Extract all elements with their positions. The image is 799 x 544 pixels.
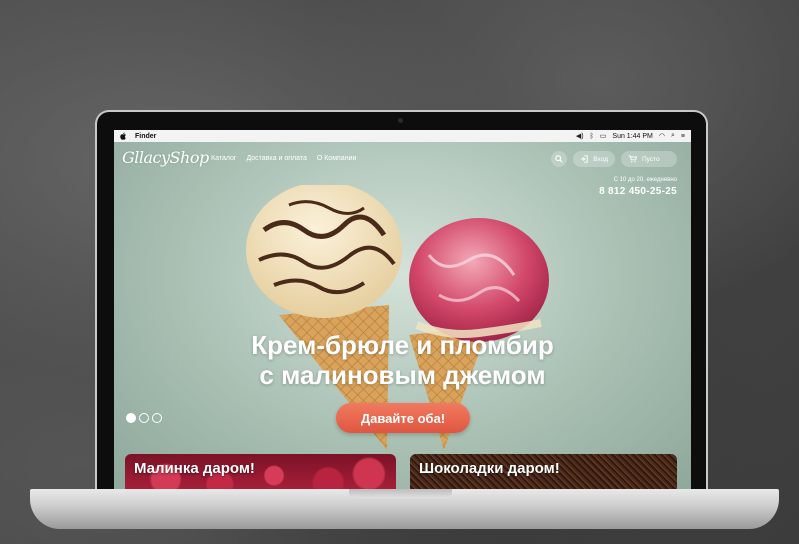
working-hours: С 10 до 20, ежедневно [613,177,677,183]
nav-delivery[interactable]: Доставка и оплата [246,155,306,162]
search-button[interactable] [551,151,568,167]
search-icon[interactable]: ⌕ [671,132,675,140]
hero-title-line1: Крем-брюле и пломбир [251,330,554,360]
menubar-status: ◀) ᛒ ▭ Sun 1:44 PM ◠ ⌕ ≡ [576,132,685,140]
list-icon[interactable]: ≡ [681,133,685,140]
menubar-clock[interactable]: Sun 1:44 PM [612,133,652,140]
wifi-icon[interactable]: ◠ [659,132,665,140]
main-nav: Каталог Доставка и оплата О Компании [211,155,356,162]
cta-button[interactable]: Давайте оба! [336,403,470,433]
promo-raspberry-label: Малинка даром! [134,460,255,477]
header-actions: Вход Пусто [551,151,677,167]
battery-icon[interactable]: ▭ [600,132,607,140]
cart-label: Пусто [642,155,660,163]
slider-dot-3[interactable] [152,413,162,423]
app-name[interactable]: Finder [135,133,156,140]
phone-number[interactable]: 8 812 450-25-25 [599,186,677,197]
hero-title-line2: с малиновым джемом [259,360,546,390]
hero-title: Крем-брюле и пломбир с малиновым джемом [114,330,691,390]
cart-button[interactable]: Пусто [621,151,677,167]
promo-chocolate-label: Шоколадки даром! [419,460,560,477]
nav-catalog[interactable]: Каталог [211,155,236,162]
site-logo[interactable]: GllacyShop [122,148,209,167]
promo-chocolate[interactable]: Шоколадки даром! [410,454,677,490]
nav-about[interactable]: О Компании [317,155,357,162]
camera [398,118,403,123]
slider-dots [126,413,162,423]
apple-icon[interactable] [120,132,127,140]
slider-dot-1[interactable] [126,413,136,423]
promo-raspberry[interactable]: Малинка даром! [125,454,396,490]
login-label: Вход [593,155,608,163]
screen: Finder ◀) ᛒ ▭ Sun 1:44 PM ◠ ⌕ ≡ GllacySh… [114,130,691,490]
login-button[interactable]: Вход [573,151,615,167]
magnifier-icon [555,155,563,163]
menubar: Finder ◀) ᛒ ▭ Sun 1:44 PM ◠ ⌕ ≡ [114,130,691,142]
cart-icon [628,155,637,163]
login-icon [581,155,588,163]
volume-icon[interactable]: ◀) [576,132,584,140]
laptop-notch [349,489,452,498]
bluetooth-icon[interactable]: ᛒ [590,133,594,140]
slider-dot-2[interactable] [139,413,149,423]
